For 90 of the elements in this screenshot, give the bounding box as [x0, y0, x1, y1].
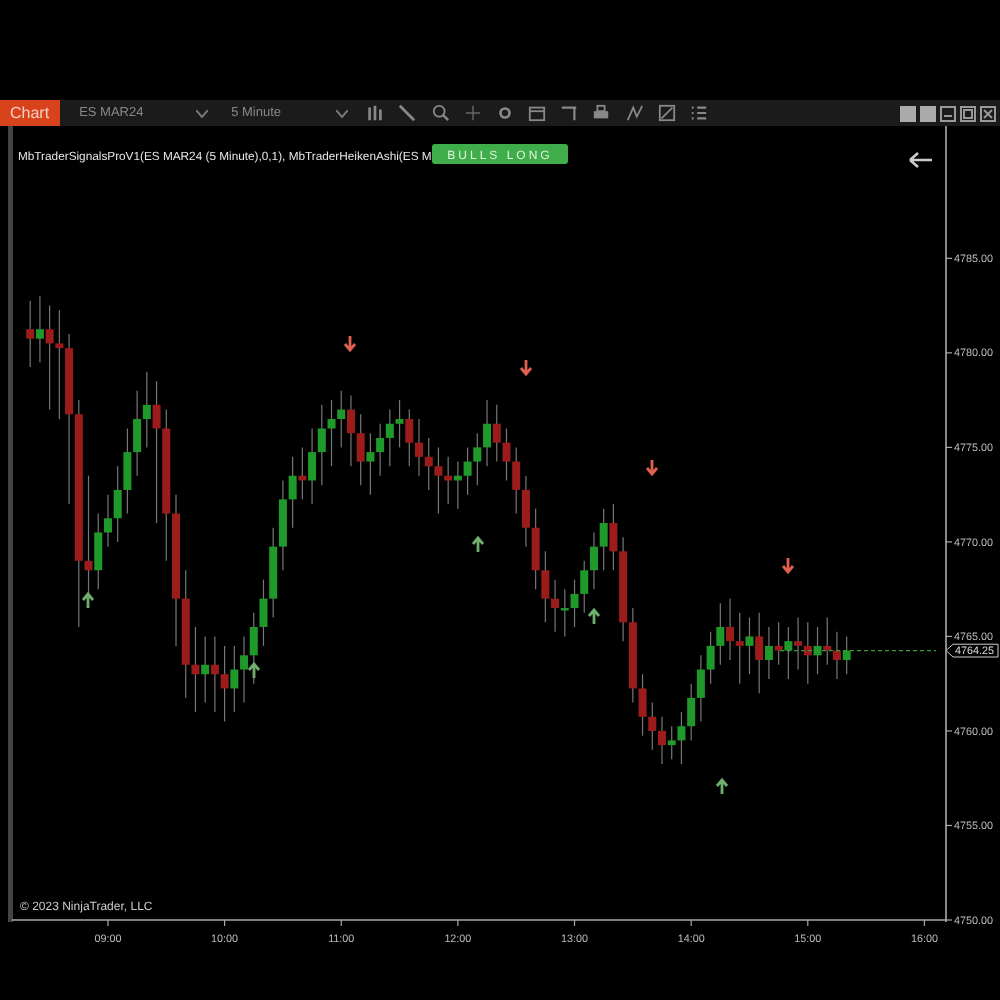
candlestick: [667, 725, 676, 760]
candlestick: [35, 295, 44, 363]
candlestick: [531, 508, 540, 590]
candlestick: [492, 404, 501, 463]
candlestick: [823, 616, 832, 666]
back-arrow-icon[interactable]: [908, 151, 934, 169]
candlestick: [502, 427, 511, 482]
list-icon[interactable]: [690, 104, 709, 122]
candlestick: [103, 494, 112, 548]
up-arrow-icon: [471, 535, 485, 554]
candlestick: [483, 399, 492, 467]
candlestick: [726, 598, 735, 661]
candlestick: [842, 635, 851, 675]
candlestick: [512, 446, 521, 515]
up-arrow-icon: [715, 777, 729, 796]
candlestick: [696, 654, 705, 723]
candlestick: [26, 300, 35, 368]
down-arrow-icon: [343, 334, 357, 353]
candlestick: [735, 612, 744, 685]
candlestick: [240, 635, 249, 704]
candlestick: [745, 616, 754, 675]
maximize-icon[interactable]: [960, 105, 976, 121]
candlestick: [259, 579, 268, 647]
candlestick: [424, 437, 433, 491]
candlestick: [317, 404, 326, 486]
candlestick: [677, 711, 686, 765]
candlestick: [152, 380, 161, 524]
candlestick: [376, 423, 385, 477]
candlestick: [278, 479, 287, 571]
candlestick: [395, 399, 404, 448]
candlestick: [220, 645, 229, 723]
drawing-tool-icon[interactable]: [657, 104, 676, 122]
candlestick: [648, 702, 657, 751]
candlestick: [764, 626, 773, 680]
candlestick: [609, 503, 618, 571]
candlestick: [55, 309, 64, 420]
candlestick: [133, 390, 142, 477]
candlestick: [706, 631, 715, 685]
down-arrow-icon: [781, 556, 795, 575]
candlestick: [551, 579, 560, 633]
candlestick: [123, 427, 132, 515]
candlestick: [774, 621, 783, 666]
candlestick: [463, 446, 472, 496]
candlestick: [687, 683, 696, 741]
candlestick: [794, 616, 803, 671]
candlestick: [658, 716, 666, 765]
candlestick: [415, 418, 423, 477]
down-arrow-icon: [645, 458, 659, 477]
candlestick: [589, 531, 598, 590]
chart-tab[interactable]: Chart: [0, 100, 60, 126]
search-icon[interactable]: [431, 104, 450, 122]
up-arrow-icon: [587, 607, 601, 626]
candlestick: [356, 413, 365, 486]
candlestick: [45, 305, 54, 411]
up-arrow-icon: [247, 661, 261, 680]
candlestick: [570, 579, 579, 628]
candlestick: [541, 550, 550, 623]
candlestick: [638, 673, 647, 737]
candlestick: [113, 465, 122, 543]
candlestick: [230, 645, 239, 713]
candlestick: [366, 432, 375, 496]
down-arrow-icon: [519, 358, 533, 377]
candlestick: [716, 602, 725, 666]
caret-icon[interactable]: [195, 109, 208, 117]
candlestick: [784, 626, 793, 680]
candlestick: [755, 612, 764, 694]
candlestick: [327, 399, 336, 467]
candlestick: [521, 475, 530, 548]
bars-icon[interactable]: [366, 104, 385, 122]
candlestick: [142, 371, 151, 448]
candlestick: [405, 408, 414, 467]
indicator-icon[interactable]: [625, 104, 644, 122]
candlestick: [832, 631, 841, 680]
up-arrow-icon: [81, 591, 95, 610]
caret-icon[interactable]: [335, 109, 348, 117]
candlestick: [473, 432, 482, 486]
candlestick: [580, 560, 589, 614]
candlestick: [201, 635, 210, 704]
candlestick: [434, 446, 443, 515]
candlestick: [337, 390, 346, 448]
candlestick: [599, 508, 608, 571]
candlestick: [94, 512, 103, 590]
candlestick: [385, 408, 394, 467]
close-icon[interactable]: [980, 105, 996, 121]
minimize-icon[interactable]: [940, 105, 956, 121]
candlestick: [191, 626, 200, 713]
candlestick: [288, 456, 297, 529]
candlestick: [346, 394, 355, 467]
candlestick: [210, 635, 219, 713]
candlestick: [308, 427, 317, 505]
